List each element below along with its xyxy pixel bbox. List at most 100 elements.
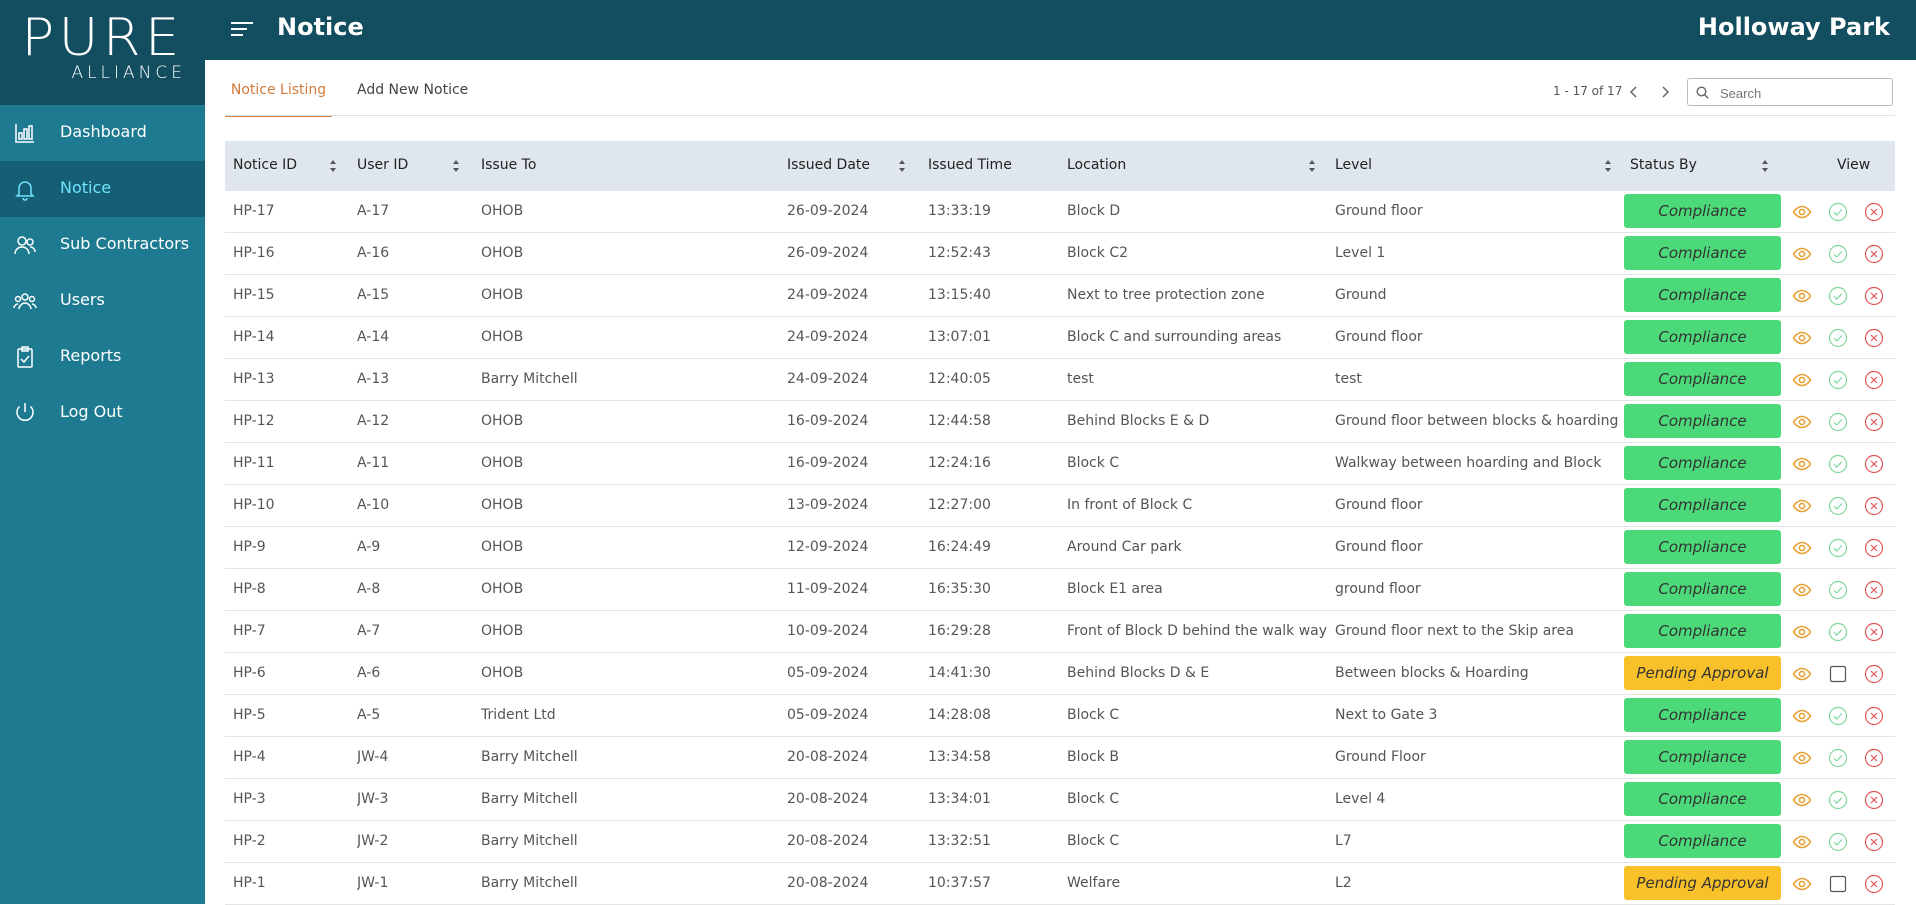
eye-icon[interactable] bbox=[1792, 790, 1812, 810]
eye-icon[interactable] bbox=[1792, 874, 1812, 894]
col-issued-time: Issued Time bbox=[928, 157, 1012, 173]
check-circle-icon[interactable] bbox=[1828, 286, 1848, 306]
prev-page-icon[interactable] bbox=[1623, 81, 1645, 103]
status-badge[interactable]: Compliance bbox=[1624, 614, 1781, 648]
status-badge[interactable]: Compliance bbox=[1624, 740, 1781, 774]
tab-notice-listing[interactable]: Notice Listing bbox=[225, 82, 332, 117]
close-circle-icon[interactable] bbox=[1864, 370, 1884, 390]
check-circle-icon[interactable] bbox=[1828, 202, 1848, 222]
close-circle-icon[interactable] bbox=[1864, 664, 1884, 684]
check-circle-icon[interactable] bbox=[1828, 454, 1848, 474]
status-badge[interactable]: Pending Approval bbox=[1624, 656, 1781, 690]
close-circle-icon[interactable] bbox=[1864, 286, 1884, 306]
status-badge[interactable]: Compliance bbox=[1624, 320, 1781, 354]
sidebar-item-reports[interactable]: Reports bbox=[0, 329, 205, 385]
close-circle-icon[interactable] bbox=[1864, 706, 1884, 726]
approve-checkbox[interactable] bbox=[1828, 664, 1848, 684]
cell-user-id: A-13 bbox=[357, 371, 390, 387]
close-circle-icon[interactable] bbox=[1864, 874, 1884, 894]
check-circle-icon[interactable] bbox=[1828, 496, 1848, 516]
close-circle-icon[interactable] bbox=[1864, 454, 1884, 474]
close-circle-icon[interactable] bbox=[1864, 496, 1884, 516]
check-circle-icon[interactable] bbox=[1828, 370, 1848, 390]
cell-notice-id: HP-4 bbox=[233, 749, 266, 765]
sort-icon[interactable] bbox=[898, 159, 906, 173]
check-circle-icon[interactable] bbox=[1828, 538, 1848, 558]
eye-icon[interactable] bbox=[1792, 286, 1812, 306]
tab-add-new-notice[interactable]: Add New Notice bbox=[357, 82, 468, 98]
status-badge[interactable]: Compliance bbox=[1624, 698, 1781, 732]
close-circle-icon[interactable] bbox=[1864, 538, 1884, 558]
approve-checkbox[interactable] bbox=[1828, 874, 1848, 894]
status-badge[interactable]: Compliance bbox=[1624, 824, 1781, 858]
eye-icon[interactable] bbox=[1792, 580, 1812, 600]
eye-icon[interactable] bbox=[1792, 832, 1812, 852]
check-circle-icon[interactable] bbox=[1828, 412, 1848, 432]
check-circle-icon[interactable] bbox=[1828, 706, 1848, 726]
close-circle-icon[interactable] bbox=[1864, 244, 1884, 264]
sort-icon[interactable] bbox=[1308, 159, 1316, 173]
eye-icon[interactable] bbox=[1792, 706, 1812, 726]
next-page-icon[interactable] bbox=[1654, 81, 1676, 103]
status-badge[interactable]: Pending Approval bbox=[1624, 866, 1781, 900]
status-badge[interactable]: Compliance bbox=[1624, 488, 1781, 522]
check-circle-icon[interactable] bbox=[1828, 580, 1848, 600]
cell-user-id: A-8 bbox=[357, 581, 381, 597]
search-input[interactable] bbox=[1718, 82, 1890, 104]
cell-location: In front of Block C bbox=[1067, 497, 1193, 513]
cell-issued-time: 14:28:08 bbox=[928, 707, 991, 723]
sort-icon[interactable] bbox=[452, 159, 460, 173]
sort-icon[interactable] bbox=[1761, 159, 1769, 173]
eye-icon[interactable] bbox=[1792, 622, 1812, 642]
cell-user-id: A-14 bbox=[357, 329, 390, 345]
close-circle-icon[interactable] bbox=[1864, 202, 1884, 222]
sidebar-item-label: Log Out bbox=[60, 402, 123, 421]
cell-issue-to: OHOB bbox=[481, 455, 524, 471]
eye-icon[interactable] bbox=[1792, 748, 1812, 768]
cell-level: ground floor bbox=[1335, 581, 1421, 597]
cell-issue-to: Barry Mitchell bbox=[481, 791, 578, 807]
close-circle-icon[interactable] bbox=[1864, 748, 1884, 768]
check-circle-icon[interactable] bbox=[1828, 622, 1848, 642]
check-circle-icon[interactable] bbox=[1828, 244, 1848, 264]
status-badge[interactable]: Compliance bbox=[1624, 362, 1781, 396]
eye-icon[interactable] bbox=[1792, 496, 1812, 516]
eye-icon[interactable] bbox=[1792, 244, 1812, 264]
check-circle-icon[interactable] bbox=[1828, 832, 1848, 852]
eye-icon[interactable] bbox=[1792, 412, 1812, 432]
sidebar-item-notice[interactable]: Notice bbox=[0, 161, 205, 217]
status-badge[interactable]: Compliance bbox=[1624, 278, 1781, 312]
eye-icon[interactable] bbox=[1792, 454, 1812, 474]
check-circle-icon[interactable] bbox=[1828, 328, 1848, 348]
close-circle-icon[interactable] bbox=[1864, 412, 1884, 432]
check-circle-icon[interactable] bbox=[1828, 748, 1848, 768]
cell-notice-id: HP-17 bbox=[233, 203, 275, 219]
sidebar-item-log-out[interactable]: Log Out bbox=[0, 385, 205, 441]
eye-icon[interactable] bbox=[1792, 664, 1812, 684]
close-circle-icon[interactable] bbox=[1864, 832, 1884, 852]
status-badge[interactable]: Compliance bbox=[1624, 404, 1781, 438]
status-badge[interactable]: Compliance bbox=[1624, 446, 1781, 480]
hamburger-menu-icon[interactable] bbox=[231, 20, 253, 38]
sidebar-item-users[interactable]: Users bbox=[0, 273, 205, 329]
close-circle-icon[interactable] bbox=[1864, 328, 1884, 348]
status-badge[interactable]: Compliance bbox=[1624, 530, 1781, 564]
close-circle-icon[interactable] bbox=[1864, 622, 1884, 642]
status-badge[interactable]: Compliance bbox=[1624, 194, 1781, 228]
sidebar-item-sub-contractors[interactable]: Sub Contractors bbox=[0, 217, 205, 273]
close-circle-icon[interactable] bbox=[1864, 580, 1884, 600]
status-badge[interactable]: Compliance bbox=[1624, 236, 1781, 270]
sidebar-item-dashboard[interactable]: Dashboard bbox=[0, 105, 205, 161]
sort-icon[interactable] bbox=[1604, 159, 1612, 173]
check-circle-icon[interactable] bbox=[1828, 790, 1848, 810]
table-row: HP-3 JW-3 Barry Mitchell 20-08-2024 13:34:01… bbox=[225, 779, 1895, 821]
eye-icon[interactable] bbox=[1792, 370, 1812, 390]
sort-icon[interactable] bbox=[329, 159, 337, 173]
status-badge[interactable]: Compliance bbox=[1624, 782, 1781, 816]
close-circle-icon[interactable] bbox=[1864, 790, 1884, 810]
eye-icon[interactable] bbox=[1792, 328, 1812, 348]
status-badge[interactable]: Compliance bbox=[1624, 572, 1781, 606]
eye-icon[interactable] bbox=[1792, 202, 1812, 222]
eye-icon[interactable] bbox=[1792, 538, 1812, 558]
table-row: HP-17 A-17 OHOB 26-09-2024 13:33:19 Block D Gr… bbox=[225, 191, 1895, 233]
